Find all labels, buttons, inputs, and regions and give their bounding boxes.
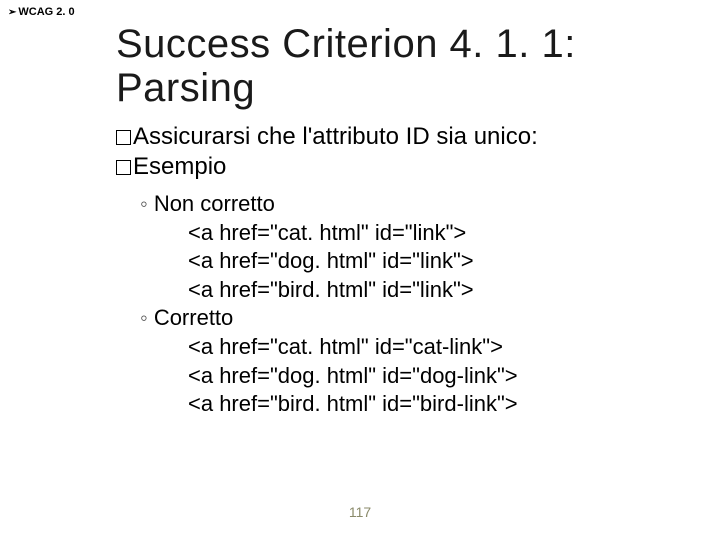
sub-item-wrong: ◦Non corretto [140,190,696,219]
code-wrong: <a href="cat. html" id="link"> <a href="… [188,219,696,305]
sub-list: ◦Non corretto <a href="cat. html" id="li… [140,190,696,419]
square-bullet-icon [116,160,131,175]
code-line: <a href="dog. html" id="dog-link"> [188,362,696,391]
page-number: 117 [0,504,720,520]
bullet-1-text: Assicurarsi che l'attributo ID sia unico… [133,123,538,150]
sub-right-label: Corretto [154,305,233,330]
square-bullet-icon [116,130,131,145]
code-line: <a href="cat. html" id="link"> [188,219,696,248]
sub-item-right: ◦Corretto [140,304,696,333]
header-label: ➢WCAG 2. 0 [8,6,75,18]
slide-content: Assicurarsi che l'attributo ID sia unico… [116,122,696,419]
slide-title: Success Criterion 4. 1. 1: Parsing [116,22,676,110]
ring-bullet-icon: ◦ [140,191,148,216]
code-line: <a href="dog. html" id="link"> [188,247,696,276]
code-line: <a href="bird. html" id="link"> [188,276,696,305]
sub-wrong-label: Non corretto [154,191,275,216]
bullet-1: Assicurarsi che l'attributo ID sia unico… [116,122,696,152]
bullet-2-text: Esempio [133,153,226,180]
bullet-2: Esempio [116,152,696,182]
ring-bullet-icon: ◦ [140,305,148,330]
chevron-right-icon: ➢ [8,7,16,18]
header-text: WCAG 2. 0 [18,6,74,18]
code-line: <a href="bird. html" id="bird-link"> [188,390,696,419]
code-right: <a href="cat. html" id="cat-link"> <a hr… [188,333,696,419]
code-line: <a href="cat. html" id="cat-link"> [188,333,696,362]
